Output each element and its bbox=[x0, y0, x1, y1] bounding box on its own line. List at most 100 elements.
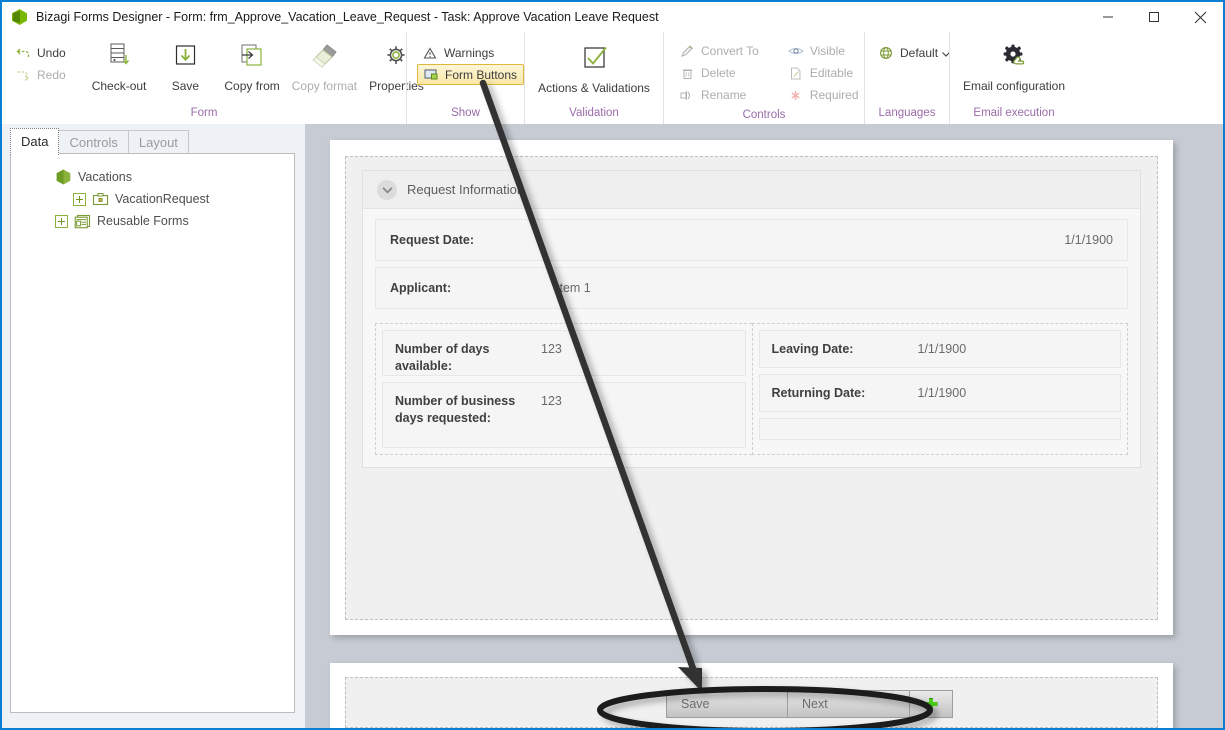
reusable-forms-icon bbox=[74, 213, 91, 229]
actions-validations-button[interactable]: Actions & Validations bbox=[532, 36, 656, 95]
empty-cell[interactable] bbox=[758, 418, 1121, 440]
ribbon-group-title-validation: Validation bbox=[569, 107, 619, 119]
expand-toggle-icon[interactable] bbox=[55, 214, 68, 228]
form-button-next[interactable]: Next bbox=[787, 690, 915, 718]
field-number-of-business-days-requested[interactable]: Number of business days requested: 123 bbox=[382, 382, 746, 448]
asterisk-icon bbox=[787, 87, 805, 103]
chevron-down-icon[interactable] bbox=[377, 179, 397, 200]
bizagi-hex-icon bbox=[55, 169, 72, 185]
panel-body: Request Date: 1/1/1900 Applicant: Item 1… bbox=[363, 209, 1140, 467]
save-button[interactable]: Save bbox=[152, 36, 218, 93]
tab-layout[interactable]: Layout bbox=[127, 130, 189, 155]
redo-icon bbox=[14, 67, 32, 83]
field-leaving-date[interactable]: Leaving Date: 1/1/1900 bbox=[758, 330, 1121, 368]
convert-to-pencil-icon bbox=[678, 43, 696, 59]
form-button-label: Save bbox=[681, 697, 710, 711]
field-returning-date[interactable]: Returning Date: 1/1/1900 bbox=[758, 374, 1121, 412]
field-value: 1/1/1900 bbox=[917, 342, 967, 356]
copy-from-button[interactable]: Copy from bbox=[218, 36, 285, 93]
copy-format-icon bbox=[308, 40, 340, 78]
entity-icon bbox=[92, 191, 109, 207]
editable-button[interactable]: Editable bbox=[783, 62, 865, 84]
checkmark-box-icon bbox=[579, 42, 609, 80]
column-right: Leaving Date: 1/1/1900 Returning Date: 1… bbox=[751, 323, 1128, 455]
convert-to-label: Convert To bbox=[701, 44, 759, 58]
ribbon-group-email-execution: Email configuration Email execution bbox=[949, 32, 1078, 124]
tab-layout-label: Layout bbox=[138, 135, 178, 150]
ribbon-group-form: Undo Redo Check-out Save Copy from Copy … bbox=[2, 32, 424, 124]
ribbon-group-title-email-execution: Email execution bbox=[973, 107, 1055, 119]
email-configuration-button[interactable]: Email configuration bbox=[957, 36, 1071, 93]
panel-title: Request Information bbox=[407, 182, 525, 197]
copy-format-button[interactable]: Copy format bbox=[286, 36, 363, 93]
application-window: Bizagi Forms Designer - Form: frm_Approv… bbox=[0, 0, 1225, 730]
form-buttons-container: Save Next bbox=[345, 677, 1158, 728]
visible-label: Visible bbox=[809, 44, 845, 58]
tree-item-vacations[interactable]: Vacations bbox=[11, 166, 294, 188]
warnings-label: Warnings bbox=[444, 46, 495, 60]
expand-toggle-icon[interactable] bbox=[73, 192, 86, 206]
actions-validations-label: Actions & Validations bbox=[538, 81, 650, 95]
check-out-button[interactable]: Check-out bbox=[86, 36, 153, 93]
redo-button[interactable]: Redo bbox=[10, 64, 72, 86]
ribbon-group-controls: Convert To Delete Rename Visible Editabl… bbox=[663, 32, 864, 124]
tab-data[interactable]: Data bbox=[10, 128, 60, 155]
undo-icon bbox=[14, 45, 32, 61]
minimize-button[interactable] bbox=[1085, 2, 1131, 32]
tab-data-label: Data bbox=[21, 134, 49, 149]
field-value: Item 1 bbox=[556, 281, 591, 295]
redo-label: Redo bbox=[37, 68, 66, 82]
warning-triangle-icon bbox=[421, 45, 439, 61]
field-request-date[interactable]: Request Date: 1/1/1900 bbox=[375, 219, 1128, 261]
form-button-save[interactable]: Save bbox=[666, 690, 794, 718]
rename-button[interactable]: Rename bbox=[674, 84, 765, 106]
tab-controls[interactable]: Controls bbox=[58, 130, 129, 155]
field-applicant[interactable]: Applicant: Item 1 bbox=[375, 267, 1128, 309]
ribbon-toolbar: Undo Redo Check-out Save Copy from Copy … bbox=[2, 32, 1223, 125]
form-buttons-icon bbox=[422, 67, 440, 83]
field-label: Number of business days requested: bbox=[395, 394, 516, 425]
delete-button[interactable]: Delete bbox=[674, 62, 765, 84]
check-out-icon bbox=[104, 40, 134, 78]
sidebar-tabs: Data Controls Layout bbox=[10, 128, 189, 155]
panel-header[interactable]: Request Information bbox=[363, 171, 1140, 209]
form-buttons-sheet: Save Next bbox=[330, 663, 1173, 728]
field-label: Number of days available: bbox=[395, 342, 490, 373]
form-buttons-label: Form Buttons bbox=[445, 67, 518, 82]
copy-from-label: Copy from bbox=[224, 79, 280, 93]
two-column-group: Number of days available: 123 Number of … bbox=[375, 323, 1128, 455]
rename-label: Rename bbox=[701, 88, 747, 102]
visible-button[interactable]: Visible bbox=[783, 40, 865, 62]
close-button[interactable] bbox=[1177, 2, 1223, 32]
language-default-dropdown[interactable]: Default bbox=[873, 42, 956, 64]
ribbon-group-show: Warnings Form Buttons Show bbox=[406, 32, 525, 124]
field-value: 123 bbox=[541, 342, 562, 356]
ribbon-group-title-controls: Controls bbox=[742, 109, 786, 121]
form-buttons-button[interactable]: Form Buttons bbox=[417, 64, 525, 85]
title-bar: Bizagi Forms Designer - Form: frm_Approv… bbox=[2, 2, 1223, 32]
tree-item-vacationrequest[interactable]: VacationRequest bbox=[11, 188, 294, 210]
field-value: 1/1/1900 bbox=[917, 386, 967, 400]
window-controls bbox=[1085, 2, 1223, 32]
form-button-add[interactable] bbox=[909, 690, 953, 718]
field-label: Leaving Date: bbox=[771, 342, 854, 356]
eye-icon bbox=[787, 43, 805, 59]
convert-to-button[interactable]: Convert To bbox=[674, 40, 765, 62]
email-configuration-label: Email configuration bbox=[962, 79, 1066, 93]
delete-label: Delete bbox=[701, 66, 736, 80]
required-button[interactable]: Required bbox=[783, 84, 865, 106]
tree-item-label: VacationRequest bbox=[115, 192, 210, 206]
editable-label: Editable bbox=[809, 66, 854, 80]
warnings-button[interactable]: Warnings bbox=[417, 42, 524, 64]
undo-button[interactable]: Undo bbox=[10, 42, 72, 64]
app-icon bbox=[12, 9, 28, 25]
editable-page-icon bbox=[787, 65, 805, 81]
tree-item-reusable-forms[interactable]: Reusable Forms bbox=[11, 210, 294, 232]
field-number-of-days-available[interactable]: Number of days available: 123 bbox=[382, 330, 746, 376]
trash-icon bbox=[678, 65, 696, 81]
maximize-button[interactable] bbox=[1131, 2, 1177, 32]
ribbon-group-validation: Actions & Validations Validation bbox=[524, 32, 663, 124]
save-icon bbox=[170, 40, 200, 78]
undo-label: Undo bbox=[37, 46, 66, 60]
ribbon-group-title-show: Show bbox=[451, 107, 480, 119]
